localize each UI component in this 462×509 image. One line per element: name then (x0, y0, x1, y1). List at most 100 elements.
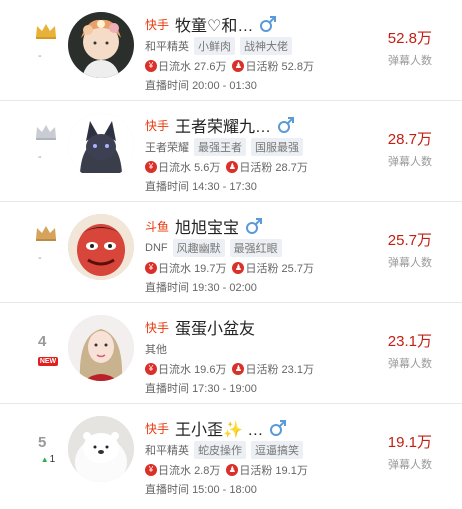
fans-value: 25.7万 (281, 263, 314, 275)
danmu-value: 28.7万 (387, 131, 432, 148)
streamer-info: 斗鱼 旭旭宝宝 DNF 风趣幽默 最强红眼 ¥ 日流水 19.7万 ♟ 日活粉 25… (145, 215, 355, 295)
streamer-name[interactable]: 王小歪✨ … (175, 416, 263, 440)
revenue-icon: ¥ (145, 161, 157, 173)
platform-label: 快手 (145, 118, 170, 133)
revenue-label: 日流水 (158, 364, 191, 376)
tag: 国服最强 (251, 138, 303, 156)
rank-change: - (38, 252, 42, 264)
category-label: 和平精英 (145, 445, 189, 457)
avatar[interactable] (68, 416, 134, 482)
avatar[interactable] (68, 315, 134, 381)
tag: 战神大佬 (240, 37, 292, 55)
danmu-count: 52.8万 弹幕人数 (362, 27, 432, 68)
streamer-info: 快手 王小歪✨ … 和平精英 蛇皮操作 逗逼搞笑 ¥ 日流水 2.8万 ♟ 日活粉 … (145, 417, 355, 497)
platform-label: 快手 (145, 421, 170, 436)
rank-number: 4 (38, 333, 47, 350)
danmu-label: 弹幕人数 (388, 156, 432, 168)
ranking-row[interactable]: 4 NEW 快手 蛋蛋小盆友 其他 ¥ 日流水 19.6万 ♟ 日活粉 23.1… (0, 303, 462, 404)
fans-label: 日活粉 (245, 61, 279, 73)
tag: 最强王者 (194, 138, 246, 156)
new-badge: NEW (37, 357, 59, 366)
live-time-label: 直播时间 (145, 181, 189, 193)
male-icon (260, 16, 277, 32)
streamer-info: 快手 王者荣耀九… 王者荣耀 最强王者 国服最强 ¥ 日流水 5.6万 ♟ 日活粉 … (145, 114, 355, 194)
revenue-value: 19.6万 (194, 364, 227, 376)
category-label: 其他 (145, 344, 167, 356)
streamer-name[interactable]: 王者荣耀九… (175, 113, 271, 137)
revenue-icon: ¥ (145, 60, 157, 72)
danmu-count: 19.1万 弹幕人数 (362, 431, 432, 472)
platform-label: 快手 (145, 17, 170, 32)
rank-cell: - (32, 224, 60, 264)
fans-icon: ♟ (232, 60, 245, 72)
fans-value: 52.8万 (281, 61, 314, 73)
live-time: 14:30 - 17:30 (192, 181, 257, 193)
rank-cell: - (32, 22, 60, 62)
tag: 逗逼搞笑 (251, 441, 303, 459)
category-label: DNF (145, 242, 168, 254)
live-time: 15:00 - 18:00 (192, 484, 257, 496)
fans-value: 19.1万 (275, 465, 308, 477)
ranking-row[interactable]: - 快手 牧童♡和… 和平精英 小鲜肉 战神大佬 ¥ 日流水 27.6万 ♟ 日… (0, 0, 462, 101)
live-time-label: 直播时间 (145, 383, 189, 395)
fans-value: 23.1万 (281, 364, 314, 376)
rank-cell: - (32, 123, 60, 163)
streamer-ranking-list: - 快手 牧童♡和… 和平精英 小鲜肉 战神大佬 ¥ 日流水 27.6万 ♟ 日… (0, 0, 462, 509)
live-time-label: 直播时间 (145, 282, 189, 294)
danmu-value: 52.8万 (387, 30, 432, 47)
danmu-count: 25.7万 弹幕人数 (362, 229, 432, 270)
streamer-name[interactable]: 旭旭宝宝 (175, 214, 239, 238)
ranking-row[interactable]: - 斗鱼 旭旭宝宝 DNF 风趣幽默 最强红眼 ¥ 日流水 19.7万 ♟ 日活… (0, 202, 462, 303)
rank-change: - (38, 50, 42, 62)
avatar[interactable] (68, 12, 134, 78)
rank-change: - (38, 151, 42, 163)
fans-value: 28.7万 (275, 162, 308, 174)
danmu-value: 23.1万 (387, 333, 432, 350)
tag: 最强红眼 (229, 239, 282, 257)
streamer-name[interactable]: 蛋蛋小盆友 (175, 315, 255, 339)
fans-label: 日活粉 (245, 364, 279, 376)
danmu-count: 28.7万 弹幕人数 (362, 128, 432, 169)
streamer-name[interactable]: 牧童♡和… (175, 12, 253, 36)
avatar[interactable] (68, 214, 134, 280)
fans-label: 日活粉 (245, 263, 279, 275)
revenue-icon: ¥ (145, 363, 157, 375)
danmu-value: 19.1万 (387, 434, 432, 451)
live-time-label: 直播时间 (145, 80, 189, 92)
live-time: 17:30 - 19:00 (192, 383, 257, 395)
avatar[interactable] (68, 113, 134, 179)
platform-label: 斗鱼 (145, 219, 170, 234)
revenue-value: 19.7万 (194, 263, 227, 275)
male-icon (278, 117, 295, 133)
revenue-icon: ¥ (145, 464, 157, 476)
danmu-value: 25.7万 (387, 232, 432, 249)
live-time: 19:30 - 02:00 (192, 282, 257, 294)
danmu-count: 23.1万 弹幕人数 (362, 330, 432, 371)
category-label: 王者荣耀 (145, 142, 189, 154)
streamer-info: 快手 牧童♡和… 和平精英 小鲜肉 战神大佬 ¥ 日流水 27.6万 ♟ 日活粉 5… (145, 13, 355, 93)
tag: 蛇皮操作 (194, 441, 246, 459)
male-icon (246, 218, 263, 234)
category-label: 和平精英 (145, 41, 189, 53)
streamer-info: 快手 蛋蛋小盆友 其他 ¥ 日流水 19.6万 ♟ 日活粉 23.1万 直播时间 1… (145, 316, 355, 396)
arrow-up-icon: ▲ (40, 455, 49, 464)
platform-label: 快手 (145, 320, 170, 335)
rank-number: 5 (38, 434, 47, 451)
revenue-value: 5.6万 (194, 162, 221, 174)
revenue-value: 27.6万 (194, 61, 227, 73)
crown-bronze-icon (36, 226, 56, 241)
revenue-label: 日流水 (158, 162, 191, 174)
revenue-label: 日流水 (158, 61, 191, 73)
ranking-row[interactable]: - 快手 王者荣耀九… 王者荣耀 最强王者 国服最强 ¥ 日流水 5.6万 ♟ … (0, 101, 462, 202)
fans-label: 日活粉 (239, 162, 273, 174)
crown-silver-icon (36, 125, 56, 140)
rank-up: ▲1 (32, 454, 60, 465)
fans-icon: ♟ (232, 363, 245, 375)
fans-label: 日活粉 (239, 465, 273, 477)
live-time: 20:00 - 01:30 (192, 80, 257, 92)
danmu-label: 弹幕人数 (388, 459, 432, 471)
male-icon (270, 420, 287, 436)
fans-icon: ♟ (232, 262, 245, 274)
fans-icon: ♟ (226, 464, 239, 476)
ranking-row[interactable]: 5 ▲1 快手 王小歪✨ … 和平精英 蛇皮操作 逗逼搞笑 ¥ 日流水 2.8万… (0, 404, 462, 509)
